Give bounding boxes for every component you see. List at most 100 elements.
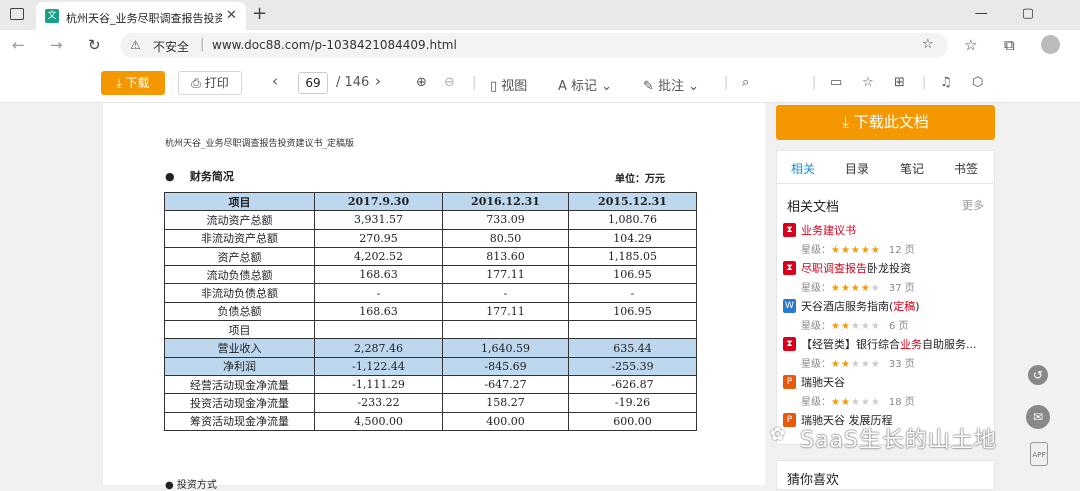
profile-avatar[interactable] [1041, 35, 1060, 54]
value-cell: -845.69 [442, 356, 569, 376]
warning-icon[interactable]: ⚠ [130, 38, 141, 52]
value-cell: 600.00 [568, 411, 697, 431]
browser-tab[interactable]: 文 杭州天谷_业务尽职调查报告投资 ✕ [36, 2, 246, 30]
next-page-icon[interactable]: › [375, 72, 381, 90]
favorites-icon[interactable]: ☆ [964, 36, 977, 54]
value-cell: 3,931.57 [314, 210, 443, 230]
related-doc-title[interactable]: 业务建议书 [801, 222, 991, 238]
zoom-out-icon[interactable]: ⊖ [444, 75, 455, 90]
related-doc-title[interactable]: 尽职调查报告卧龙投资 [801, 260, 991, 276]
download-label: 下载 [125, 76, 150, 90]
print-label: 打印 [204, 76, 229, 90]
favorite-add-icon[interactable]: ☆ [922, 37, 934, 52]
url-field[interactable]: ⚠ 不安全 | www.doc88.com/p-1038421084409.ht… [120, 33, 948, 58]
section-title: ● 财务简况 [165, 168, 234, 184]
value-cell: 106.95 [568, 265, 697, 285]
mark-button[interactable]: A 标记 ⌄ [558, 75, 612, 94]
related-doc-item[interactable]: W 天谷酒店服务指南(定稿) 星级：★★★★★ 6 页 [783, 298, 988, 336]
value-cell: -255.39 [568, 356, 697, 376]
security-status[interactable]: 不安全 [153, 38, 189, 55]
annotate-button[interactable]: ✎ 批注 ⌄ [643, 75, 699, 94]
doc-meta: 星级：★★★★★ 33 页 [801, 355, 915, 370]
print-button[interactable]: ⎙ 打印 [178, 71, 242, 95]
tab-related[interactable]: 相关 [791, 160, 815, 177]
previous-page-icon[interactable]: ‹ [272, 72, 278, 90]
tab-notes[interactable]: 笔记 [900, 160, 924, 177]
section-title-text: 财务简况 [189, 170, 234, 183]
table-row: 流动资产总额 3,931.57 733.09 1,080.76 [164, 210, 697, 230]
new-tab-button[interactable]: + [252, 3, 267, 24]
column-header: 项目 [164, 191, 315, 212]
page-count: 33 页 [888, 359, 915, 370]
back-icon[interactable]: ← [12, 36, 25, 54]
row-label-cell: 经营活动现金净流量 [164, 374, 315, 395]
doc-meta: 星级：★★★★★ 6 页 [801, 317, 908, 332]
chevron-down-icon: ⌄ [597, 79, 613, 94]
window-controls: —▢ [975, 6, 1068, 21]
save-icon[interactable]: ▭ [830, 75, 842, 90]
view-button[interactable]: ▯ 视图 [490, 75, 527, 94]
word-file-icon: W [783, 299, 796, 313]
related-doc-item[interactable]: P 瑞驰天谷 星级：★★★★★ 18 页 [783, 374, 988, 412]
more-link[interactable]: 更多 [962, 197, 984, 213]
rating-label: 星级： [801, 245, 831, 256]
bell-icon[interactable]: ♫ [940, 75, 952, 90]
minimize-icon[interactable]: — [975, 6, 1022, 21]
table-row: 净利润 -1,122.44 -845.69 -255.39 [164, 356, 697, 376]
shield-check-icon[interactable]: ⬡ [972, 75, 983, 90]
view-icon: ▯ [490, 79, 502, 94]
table-row: 筹资活动现金净流量 4,500.00 400.00 600.00 [164, 411, 697, 431]
zoom-in-icon[interactable]: ⊕ [416, 75, 427, 90]
tab-divider [777, 183, 994, 184]
page-count: 6 页 [888, 321, 909, 332]
value-cell: 2,287.46 [314, 338, 443, 358]
value-cell: 4,202.52 [314, 246, 443, 267]
download-document-button[interactable]: ⤓ 下载此文档 [776, 105, 995, 140]
printer-icon: ⎙ [191, 76, 205, 90]
value-cell: -19.26 [568, 393, 697, 413]
download-button[interactable]: ⤓ 下载 [101, 71, 165, 95]
related-docs-heading: 相关文档 [787, 200, 840, 215]
url-separator: | [200, 37, 205, 52]
collections-icon[interactable]: ⧉ [1004, 36, 1015, 54]
url-text[interactable]: www.doc88.com/p-1038421084409.html [212, 38, 457, 52]
value-cell: -626.87 [568, 374, 697, 395]
search-icon[interactable]: ⌕ [742, 75, 749, 90]
forward-icon[interactable]: → [50, 36, 63, 54]
app-float-icon[interactable]: APP [1030, 442, 1048, 466]
related-doc-title[interactable]: 天谷酒店服务指南(定稿) [801, 298, 991, 314]
restore-icon[interactable]: ▢ [1022, 6, 1068, 21]
window-menu-icon[interactable] [10, 8, 24, 20]
value-cell: -1,111.29 [314, 374, 443, 395]
close-tab-icon[interactable]: ✕ [226, 8, 237, 23]
tab-bookmarks[interactable]: 书签 [954, 160, 978, 177]
tab-contents[interactable]: 目录 [845, 160, 869, 177]
chevron-down-icon: ⌄ [684, 79, 700, 94]
value-cell: 733.09 [442, 210, 569, 230]
add-file-icon[interactable]: ⊞ [894, 75, 905, 90]
related-doc-item[interactable]: ⧗ 【经管类】银行综合业务自助服务... 星级：★★★★★ 33 页 [783, 336, 988, 374]
pen-icon: ✎ [643, 79, 659, 94]
row-label-cell: 项目 [164, 320, 315, 340]
related-doc-item[interactable]: ⧗ 尽职调查报告卧龙投资 星级：★★★★★ 37 页 [783, 260, 988, 298]
related-doc-item[interactable]: ⧗ 业务建议书 星级：★★★★★ 12 页 [783, 222, 988, 260]
table-row: 负债总额 168.63 177.11 106.95 [164, 301, 697, 322]
table-row: 项目 [164, 320, 697, 340]
refresh-icon[interactable]: ↻ [88, 36, 101, 54]
rating-label: 星级： [801, 321, 831, 332]
row-label-cell: 投资活动现金净流量 [164, 393, 315, 413]
doc-meta: 星级：★★★★★ 18 页 [801, 393, 915, 408]
page-number-input[interactable]: 69 [298, 72, 328, 94]
table-row: 流动负债总额 168.63 177.11 106.95 [164, 265, 697, 285]
related-doc-title[interactable]: 【经管类】银行综合业务自助服务... [801, 336, 991, 352]
value-cell: 106.95 [568, 301, 697, 322]
refresh-float-icon[interactable]: ↺ [1028, 365, 1048, 385]
value-cell: 168.63 [314, 301, 443, 322]
row-label-cell: 净利润 [164, 356, 315, 376]
star-icon[interactable]: ☆ [862, 75, 874, 90]
related-doc-title[interactable]: 瑞驰天谷 [801, 374, 991, 390]
title-text: 自助服务... [922, 338, 977, 351]
chat-float-icon[interactable]: ✉ [1026, 405, 1050, 429]
title-highlight: 尽职调查报告 [801, 262, 867, 275]
table-row: 资产总额 4,202.52 813.60 1,185.05 [164, 246, 697, 267]
